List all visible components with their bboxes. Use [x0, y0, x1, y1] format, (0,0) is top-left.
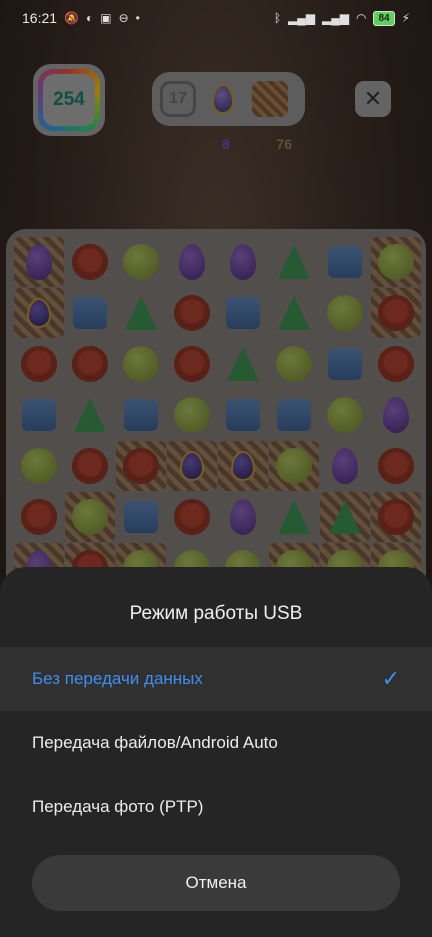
signal-icon-2: ▂▄▆ — [321, 11, 349, 25]
option-photo-transfer[interactable]: Передача фото (PTP) — [0, 775, 432, 839]
option-label: Без передачи данных — [32, 669, 203, 688]
charging-icon: ⚡ — [401, 11, 410, 25]
sheet-title: Режим работы USB — [129, 603, 303, 624]
data-saver-icon: ◐ — [86, 11, 94, 25]
battery-icon: 84 — [373, 10, 395, 26]
status-time: 16:21 — [22, 10, 58, 26]
signal-icon-1: ▂▄▆ — [288, 11, 315, 25]
option-no-data-transfer[interactable]: Без передачи данных ✓ — [0, 647, 432, 711]
option-label: Передача файлов/Android Auto — [32, 733, 278, 752]
bluetooth-icon: ᛒ — [273, 11, 282, 25]
checkmark-icon: ✓ — [381, 666, 400, 691]
muted-alarm-icon: 🔕 — [64, 11, 79, 25]
usb-mode-sheet: Режим работы USB Без передачи данных ✓ П… — [0, 567, 432, 937]
option-file-transfer[interactable]: Передача файлов/Android Auto — [0, 711, 432, 775]
usb-monitor-icon: ▣ — [100, 11, 112, 25]
dot-icon: • — [135, 11, 140, 25]
wifi-icon: ◠ — [355, 11, 367, 25]
cancel-button[interactable]: Отмена — [32, 855, 400, 911]
do-not-disturb-icon: ⊖ — [118, 11, 129, 25]
option-label: Передача фото (PTP) — [32, 797, 204, 816]
status-bar: 16:21 🔕 ◐ ▣ ⊖ • ᛒ ▂▄▆ ▂▄▆ ◠ 84 ⚡ — [0, 0, 432, 36]
